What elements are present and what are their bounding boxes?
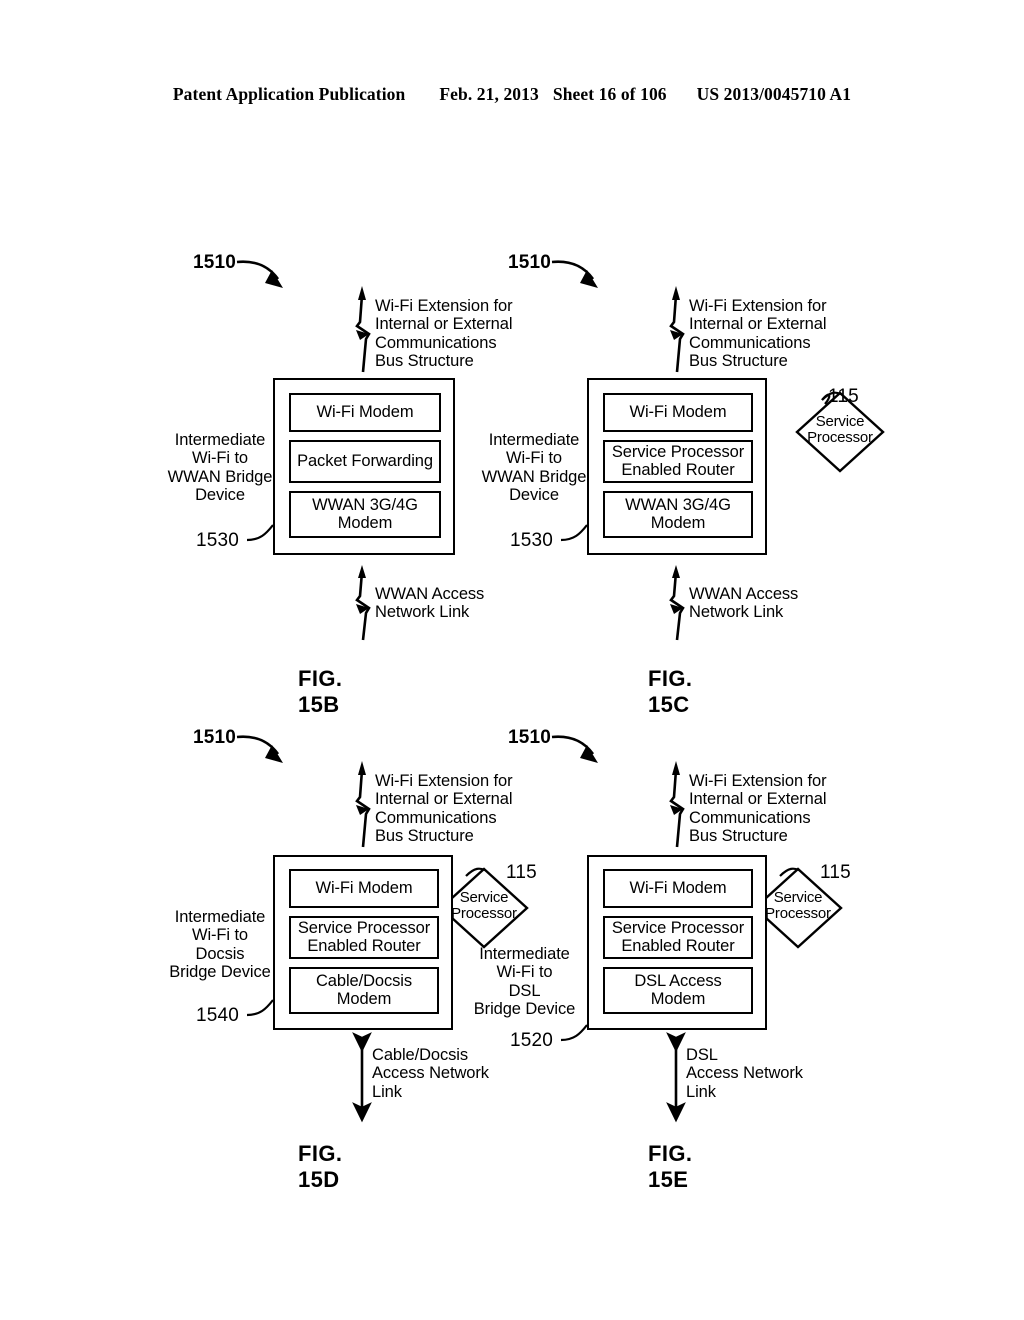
ref-numeral-115-fig15d: 115 bbox=[506, 862, 537, 883]
wifi-lightning-bolt-icon-fig15b bbox=[355, 286, 371, 373]
ref-numeral-1520-fig15e: 1520 bbox=[510, 1030, 554, 1051]
figure-caption-15e: FIG. 15E bbox=[648, 1141, 693, 1192]
ref-numeral-1510-fig15e: 1510 bbox=[508, 727, 552, 748]
module-wifi-modem-fig15c: Wi-Fi Modem bbox=[603, 393, 753, 432]
module-packet-forwarding-fig15b: Packet Forwarding bbox=[289, 440, 441, 483]
wifi-extension-link-label-fig15e: Wi-Fi Extension for Internal or External… bbox=[689, 772, 827, 846]
module-wwan-modem-fig15c: WWAN 3G/4G Modem bbox=[603, 491, 753, 538]
wwan-lightning-bolt-icon-fig15c bbox=[669, 565, 685, 641]
wwan-access-link-label-fig15b: WWAN Access Network Link bbox=[375, 585, 485, 622]
wifi-lightning-bolt-icon-fig15e bbox=[669, 761, 685, 848]
ref-leader-1510-fig15b bbox=[236, 260, 283, 288]
dsl-access-link-label-fig15e: DSL Access Network Link bbox=[686, 1046, 803, 1101]
bridge-device-box-fig15d: Wi-Fi Modem Service Processor Enabled Ro… bbox=[273, 855, 453, 1030]
bridge-device-label-fig15c: Intermediate Wi-Fi to WWAN Bridge Device bbox=[481, 431, 587, 505]
module-service-processor-router-fig15c: Service Processor Enabled Router bbox=[603, 440, 753, 483]
wifi-lightning-bolt-icon-fig15c bbox=[669, 286, 685, 373]
figure-caption-15c: FIG. 15C bbox=[648, 666, 693, 717]
ref-leader-1530-fig15b bbox=[246, 524, 274, 542]
ref-leader-115-fig15e bbox=[779, 867, 800, 877]
module-wifi-modem-fig15e: Wi-Fi Modem bbox=[603, 869, 753, 908]
bridge-device-label-fig15e: Intermediate Wi-Fi to DSL Bridge Device bbox=[473, 945, 576, 1019]
bridge-device-box-fig15c: Wi-Fi Modem Service Processor Enabled Ro… bbox=[587, 378, 767, 555]
header-patent-number-label: US 2013/0045710 A1 bbox=[696, 84, 852, 104]
bridge-device-box-fig15b: Wi-Fi Modem Packet Forwarding WWAN 3G/4G… bbox=[273, 378, 455, 555]
header-date-label: Feb. 21, 2013 bbox=[439, 84, 539, 104]
bridge-device-box-fig15e: Wi-Fi Modem Service Processor Enabled Ro… bbox=[587, 855, 767, 1030]
service-processor-diamond-label-fig15e: Service Processor bbox=[765, 889, 831, 922]
module-dsl-access-modem-fig15e: DSL Access Modem bbox=[603, 967, 753, 1014]
docsis-access-link-label-fig15d: Cable/Docsis Access Network Link bbox=[372, 1046, 489, 1101]
ref-leader-1530-fig15c bbox=[560, 524, 588, 542]
diagram-line-art bbox=[236, 260, 885, 1123]
module-wifi-modem-fig15b: Wi-Fi Modem bbox=[289, 393, 441, 432]
ref-numeral-1530-fig15c: 1530 bbox=[510, 530, 554, 551]
ref-numeral-1540-fig15d: 1540 bbox=[196, 1005, 240, 1026]
ref-numeral-115-fig15e: 115 bbox=[820, 862, 851, 883]
module-cable-docsis-modem-fig15d: Cable/Docsis Modem bbox=[289, 967, 439, 1014]
ref-leader-1510-fig15d bbox=[236, 735, 283, 763]
wwan-lightning-bolt-icon-fig15b bbox=[355, 565, 371, 641]
ref-numeral-1510-fig15b: 1510 bbox=[193, 252, 237, 273]
ref-leader-1520-fig15e bbox=[560, 1024, 588, 1042]
page-header: Patent Application Publication Feb. 21, 2… bbox=[0, 84, 1024, 105]
ref-leader-115-fig15d bbox=[465, 867, 486, 877]
wifi-lightning-bolt-icon-fig15d bbox=[355, 761, 371, 848]
module-wwan-modem-fig15b: WWAN 3G/4G Modem bbox=[289, 491, 441, 538]
module-wifi-modem-fig15d: Wi-Fi Modem bbox=[289, 869, 439, 908]
module-service-processor-router-fig15e: Service Processor Enabled Router bbox=[603, 916, 753, 959]
header-sheet-label: Sheet 16 of 106 bbox=[552, 84, 667, 104]
ref-numeral-115-fig15c: 115 bbox=[828, 386, 859, 407]
wifi-extension-link-label-fig15c: Wi-Fi Extension for Internal or External… bbox=[689, 297, 827, 371]
wifi-extension-link-label-fig15b: Wi-Fi Extension for Internal or External… bbox=[375, 297, 513, 371]
figure-caption-15b: FIG. 15B bbox=[298, 666, 343, 717]
ref-leader-1510-fig15e bbox=[551, 735, 598, 763]
figure-caption-15d: FIG. 15D bbox=[298, 1141, 343, 1192]
service-processor-diamond-label-fig15c: Service Processor bbox=[807, 413, 873, 446]
header-publication-label: Patent Application Publication bbox=[172, 84, 406, 104]
bridge-device-label-fig15b: Intermediate Wi-Fi to WWAN Bridge Device bbox=[167, 431, 273, 505]
ref-numeral-1510-fig15c: 1510 bbox=[508, 252, 552, 273]
module-service-processor-router-fig15d: Service Processor Enabled Router bbox=[289, 916, 439, 959]
ref-leader-1510-fig15c bbox=[551, 260, 598, 288]
ref-leader-1540-fig15d bbox=[246, 999, 274, 1017]
wifi-extension-link-label-fig15d: Wi-Fi Extension for Internal or External… bbox=[375, 772, 513, 846]
service-processor-diamond-label-fig15d: Service Processor bbox=[451, 889, 517, 922]
bridge-device-label-fig15d: Intermediate Wi-Fi to Docsis Bridge Devi… bbox=[169, 908, 271, 982]
ref-numeral-1530-fig15b: 1530 bbox=[196, 530, 240, 551]
wwan-access-link-label-fig15c: WWAN Access Network Link bbox=[689, 585, 799, 622]
ref-numeral-1510-fig15d: 1510 bbox=[193, 727, 237, 748]
